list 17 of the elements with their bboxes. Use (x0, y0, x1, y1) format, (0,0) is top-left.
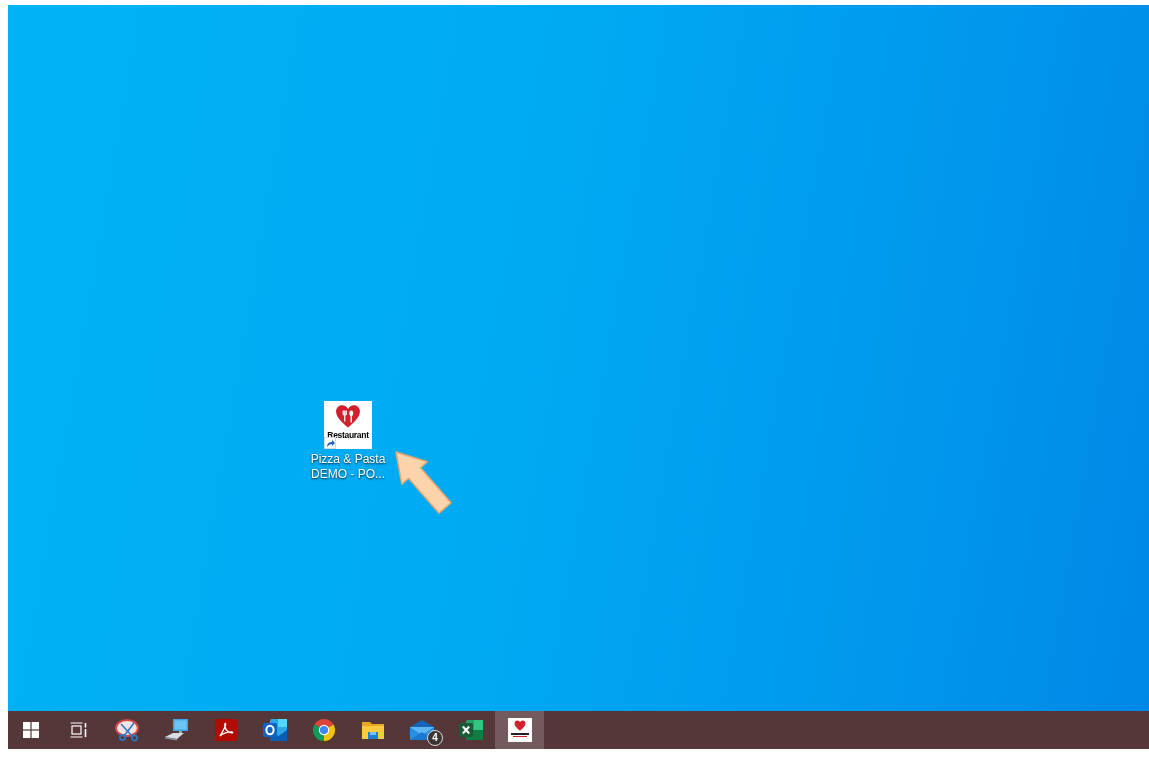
app-logo-icon (507, 718, 532, 742)
windows-logo-icon (23, 722, 39, 738)
pointer-arrow (394, 450, 454, 516)
spreadsheet-icon (457, 719, 484, 741)
computer-icon (163, 718, 190, 742)
taskbar-button[interactable] (495, 711, 544, 749)
notification-badge: 4 (427, 730, 443, 746)
pdf-icon (214, 719, 237, 741)
shortcut-arrow-icon (324, 437, 336, 449)
scissors-icon (114, 718, 141, 742)
folder-icon (360, 719, 385, 741)
app-logo[interactable]: Restaurant (324, 401, 372, 449)
envelope-tile-icon (261, 718, 288, 742)
browser-icon (311, 718, 336, 742)
task-view-icon (69, 722, 88, 738)
logo-text: Restaurant (327, 431, 369, 440)
heart-utensils-icon (335, 404, 361, 428)
